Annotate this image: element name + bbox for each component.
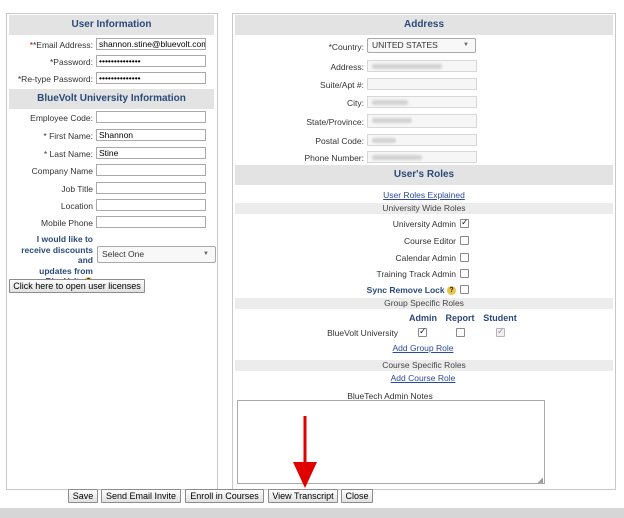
company-name-label: Company Name (31, 166, 93, 176)
close-button[interactable]: Close (341, 489, 373, 503)
send-email-invite-button[interactable]: Send Email Invite (101, 489, 181, 503)
discounts-select-value: Select One (102, 249, 145, 259)
mobile-phone-field[interactable] (96, 216, 206, 228)
col-admin-header: Admin (409, 313, 437, 323)
suite-field[interactable] (367, 78, 477, 90)
bottom-bar (0, 508, 624, 518)
red-arrow-head (293, 462, 317, 488)
mobile-phone-label: Mobile Phone (41, 218, 93, 228)
country-select-value: UNITED STATES (372, 40, 438, 50)
university-admin-checkbox[interactable] (460, 217, 469, 228)
resize-handle-icon[interactable]: ◢ (538, 476, 543, 484)
location-label: Location (60, 201, 93, 211)
help-icon[interactable]: ? (447, 286, 456, 296)
course-specific-roles-header: Course Specific Roles (235, 360, 613, 371)
calendar-admin-label: Calendar Admin (395, 253, 456, 263)
col-report-header: Report (445, 313, 475, 323)
last-name-label: * Last Name: (43, 149, 93, 159)
sync-remove-lock-text: Sync Remove Lock (366, 285, 445, 295)
discounts-label-line1: I would like to (36, 234, 93, 244)
training-track-admin-label: Training Track Admin (376, 269, 456, 279)
location-field[interactable] (96, 199, 206, 211)
university-information-header: BlueVolt University Information (9, 89, 214, 109)
country-label: *Country: (328, 42, 364, 52)
university-wide-roles-header: University Wide Roles (235, 203, 613, 214)
address-field[interactable] (367, 60, 477, 72)
user-roles-header: User's Roles (235, 165, 613, 185)
chevron-down-icon: ▼ (203, 251, 209, 257)
enroll-in-courses-button[interactable]: Enroll in Courses (185, 489, 264, 503)
city-field[interactable] (367, 96, 477, 108)
first-name-label: * First Name: (43, 131, 93, 141)
phone-number-field[interactable] (367, 151, 477, 163)
sync-remove-lock-checkbox[interactable] (460, 285, 469, 294)
view-transcript-button[interactable]: View Transcript (268, 489, 338, 503)
save-button[interactable]: Save (68, 489, 98, 503)
suite-label: Suite/Apt #: (320, 80, 364, 90)
group-name-label: BlueVolt University (327, 328, 398, 338)
user-roles-explained-link[interactable]: User Roles Explained (235, 190, 613, 200)
retype-password-label: *Re-type Password: (17, 74, 93, 84)
add-course-role-link[interactable]: Add Course Role (378, 373, 468, 383)
password-field[interactable]: •••••••••••••• (96, 55, 206, 67)
city-label: City: (347, 98, 364, 108)
group-specific-roles-header: Group Specific Roles (235, 298, 613, 309)
admin-notes-textarea[interactable]: ◢ (237, 400, 545, 484)
job-title-label: Job Title (61, 184, 93, 194)
group-student-checkbox (496, 326, 505, 337)
postal-code-field[interactable] (367, 134, 477, 146)
job-title-field[interactable] (96, 182, 206, 194)
discounts-label-line3: updates from (39, 265, 93, 276)
last-name-field[interactable]: Stine (96, 147, 206, 159)
course-editor-checkbox[interactable] (460, 236, 469, 245)
email-field[interactable]: shannon.stine@bluevolt.com (96, 38, 206, 50)
group-admin-checkbox[interactable] (418, 326, 427, 337)
calendar-admin-checkbox[interactable] (460, 253, 469, 262)
user-information-header: User Information (9, 15, 214, 35)
state-select[interactable] (367, 114, 477, 128)
course-editor-label: Course Editor (404, 236, 456, 246)
email-label: **Email Address: (29, 40, 93, 50)
phone-number-label: Phone Number: (304, 153, 364, 163)
col-student-header: Student (483, 313, 517, 323)
company-name-field[interactable] (96, 164, 206, 176)
address-header: Address (235, 15, 613, 35)
open-user-licenses-button[interactable]: Click here to open user licenses (9, 279, 145, 293)
employee-code-label: Employee Code: (30, 113, 93, 123)
training-track-admin-checkbox[interactable] (460, 269, 469, 278)
country-select[interactable]: UNITED STATES ▼ (367, 38, 476, 53)
postal-code-label: Postal Code: (315, 136, 364, 146)
add-group-role-link[interactable]: Add Group Role (378, 343, 468, 353)
address-label: Address: (330, 62, 364, 72)
red-arrow-icon (293, 416, 317, 488)
sync-remove-lock-label: Sync Remove Lock ? (236, 285, 456, 296)
state-label: State/Province: (306, 117, 364, 127)
group-report-checkbox[interactable] (456, 328, 465, 337)
discounts-select[interactable]: Select One ▼ (97, 246, 216, 263)
email-label-text: *Email Address: (33, 40, 93, 50)
first-name-field[interactable]: Shannon (96, 129, 206, 141)
employee-code-field[interactable] (96, 111, 206, 123)
discounts-label-line2: receive discounts and (21, 244, 93, 266)
password-label: *Password: (50, 57, 93, 67)
chevron-down-icon: ▼ (463, 42, 469, 48)
university-admin-label: University Admin (392, 219, 456, 229)
retype-password-field[interactable]: •••••••••••••• (96, 72, 206, 84)
